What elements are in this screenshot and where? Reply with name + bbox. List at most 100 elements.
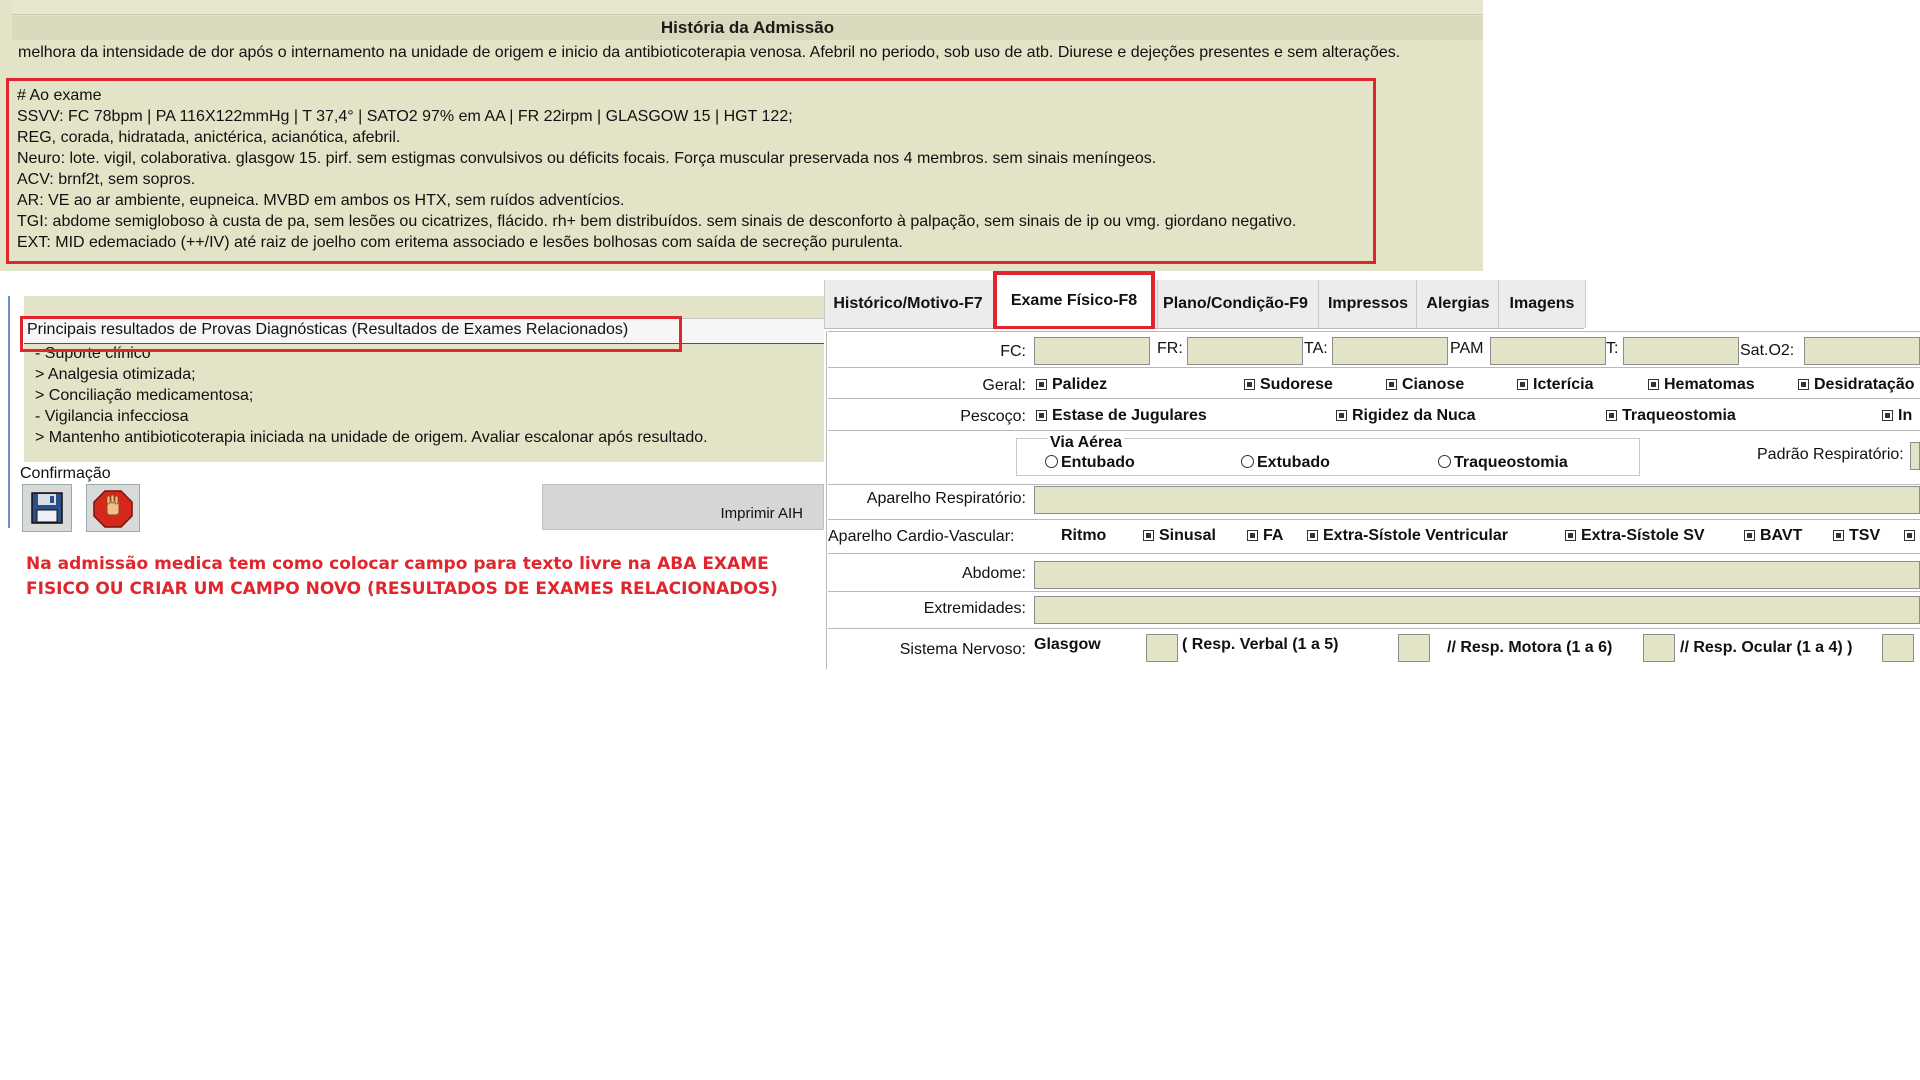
row-divider [828, 519, 1920, 520]
extremidades-label: Extremidades: [923, 600, 1026, 617]
radio-icon [1241, 455, 1254, 468]
traqueostomia-checkbox[interactable]: Traqueostomia [1606, 407, 1736, 425]
sato2-input[interactable] [1804, 337, 1920, 365]
geral-label: Geral: [982, 377, 1026, 394]
abdome-label: Abdome: [961, 565, 1026, 582]
cardio-extra-checkbox[interactable] [1904, 527, 1920, 545]
left-divider [8, 296, 10, 528]
checkbox-icon [1143, 530, 1154, 541]
sudorese-checkbox[interactable]: Sudorese [1244, 376, 1333, 394]
floppy-disk-icon [31, 492, 63, 524]
plan-line: > Analgesia otimizada; [35, 366, 196, 383]
tsv-checkbox[interactable]: TSV [1833, 527, 1880, 545]
hematomas-checkbox[interactable]: Hematomas [1648, 376, 1755, 394]
checkbox-icon [1606, 410, 1617, 421]
plan-line: > Mantenho antibioticoterapia iniciada n… [35, 429, 708, 446]
checkbox-icon [1036, 379, 1047, 390]
t-label: T: [1606, 340, 1619, 357]
fa-checkbox[interactable]: FA [1247, 527, 1283, 545]
ta-input[interactable] [1332, 337, 1448, 365]
history-top-bar [12, 0, 1483, 15]
motora-input[interactable] [1643, 634, 1675, 662]
resp-input[interactable] [1034, 486, 1920, 514]
radio-icon [1045, 455, 1058, 468]
extra-sistole-ventricular-checkbox[interactable]: Extra-Sístole Ventricular [1307, 527, 1508, 545]
tab-historico[interactable]: Histórico/Motivo-F7 [824, 280, 991, 328]
traqueostomia-radio[interactable]: Traqueostomia [1438, 454, 1568, 472]
print-aih-button[interactable]: Imprimir AIH [542, 484, 824, 530]
plan-text[interactable]: - Suporte clínico > Analgesia otimizada;… [35, 343, 708, 448]
tab-plano[interactable]: Plano/Condição-F9 [1157, 280, 1313, 328]
row-divider [828, 398, 1920, 399]
row-divider [828, 628, 1920, 629]
checkbox-icon [1336, 410, 1347, 421]
verbal-label: ( Resp. Verbal (1 a 5) [1182, 636, 1339, 653]
checkbox-icon [1833, 530, 1844, 541]
results-highlight-box [20, 316, 682, 352]
cianose-checkbox[interactable]: Cianose [1386, 376, 1464, 394]
confirmation-label: Confirmação [20, 465, 111, 482]
checkbox-icon [1744, 530, 1755, 541]
tab-imagens[interactable]: Imagens [1498, 280, 1586, 328]
glasgow-total-input[interactable] [1146, 634, 1178, 662]
checkbox-icon [1517, 379, 1528, 390]
checkbox-icon [1307, 530, 1318, 541]
motora-label: // Resp. Motora (1 a 6) [1447, 639, 1613, 656]
fr-input[interactable] [1187, 337, 1303, 365]
padrao-respiratorio-label: Padrão Respiratório: [1757, 446, 1904, 463]
checkbox-icon [1386, 379, 1397, 390]
via-aerea-title: Via Aérea [1048, 434, 1125, 452]
sato2-label: Sat.O2: [1740, 342, 1795, 359]
palidez-checkbox[interactable]: Palidez [1036, 376, 1107, 394]
row-divider [828, 484, 1920, 485]
ocular-label: // Resp. Ocular (1 a 4) ) [1680, 639, 1853, 656]
t-input[interactable] [1623, 337, 1739, 365]
ocular-input[interactable] [1882, 634, 1914, 662]
abdome-input[interactable] [1034, 561, 1920, 589]
pam-input[interactable] [1490, 337, 1606, 365]
rigidez-nuca-checkbox[interactable]: Rigidez da Nuca [1336, 407, 1476, 425]
plan-line: > Conciliação medicamentosa; [35, 387, 254, 404]
form-left-border [826, 331, 827, 669]
padrao-respiratorio-input[interactable] [1910, 442, 1920, 470]
stop-hand-icon [93, 490, 133, 528]
history-title: História da Admissão [12, 16, 1483, 40]
pam-label: PAM [1450, 340, 1484, 357]
cancel-button[interactable] [86, 484, 140, 532]
print-aih-label: Imprimir AIH [720, 505, 804, 522]
desidratacao-checkbox[interactable]: Desidratação [1798, 376, 1915, 394]
nervoso-label: Sistema Nervoso: [899, 641, 1026, 658]
bavt-checkbox[interactable]: BAVT [1744, 527, 1802, 545]
entubado-radio[interactable]: Entubado [1045, 454, 1135, 472]
estase-jugulares-checkbox[interactable]: Estase de Jugulares [1036, 407, 1207, 425]
checkbox-icon [1798, 379, 1809, 390]
resp-label: Aparelho Respiratório: [866, 490, 1026, 507]
checkbox-icon [1904, 530, 1915, 541]
row-divider [828, 367, 1920, 368]
sinusal-checkbox[interactable]: Sinusal [1143, 527, 1216, 545]
extremidades-input[interactable] [1034, 596, 1920, 624]
exam-highlight-box [6, 78, 1376, 264]
tab-exame-fisico[interactable]: Exame Físico-F8 [993, 271, 1155, 330]
fc-label: FC: [1000, 343, 1026, 360]
checkbox-icon [1244, 379, 1255, 390]
row-divider [828, 591, 1920, 592]
tab-impressos[interactable]: Impressos [1318, 280, 1417, 328]
ta-label: TA: [1304, 340, 1328, 357]
history-summary[interactable]: melhora da intensidade de dor após o int… [18, 44, 1400, 62]
row-divider [828, 331, 1920, 332]
fc-input[interactable] [1034, 337, 1150, 365]
annotation-note: Na admissão medica tem como colocar camp… [26, 554, 778, 599]
extra-sistole-sv-checkbox[interactable]: Extra-Sístole SV [1565, 527, 1705, 545]
pescoco-label: Pescoço: [960, 408, 1026, 425]
save-button[interactable] [22, 484, 72, 532]
checkbox-icon [1648, 379, 1659, 390]
checkbox-icon [1036, 410, 1047, 421]
glasgow-label: Glasgow [1034, 636, 1101, 653]
tab-alergias[interactable]: Alergias [1416, 280, 1499, 328]
extubado-radio[interactable]: Extubado [1241, 454, 1330, 472]
verbal-input[interactable] [1398, 634, 1430, 662]
ictericia-checkbox[interactable]: Icterícia [1517, 376, 1593, 394]
cardio-label: Aparelho Cardio-Vascular: [828, 528, 1015, 545]
pescoco-extra-checkbox[interactable]: In [1882, 407, 1912, 425]
